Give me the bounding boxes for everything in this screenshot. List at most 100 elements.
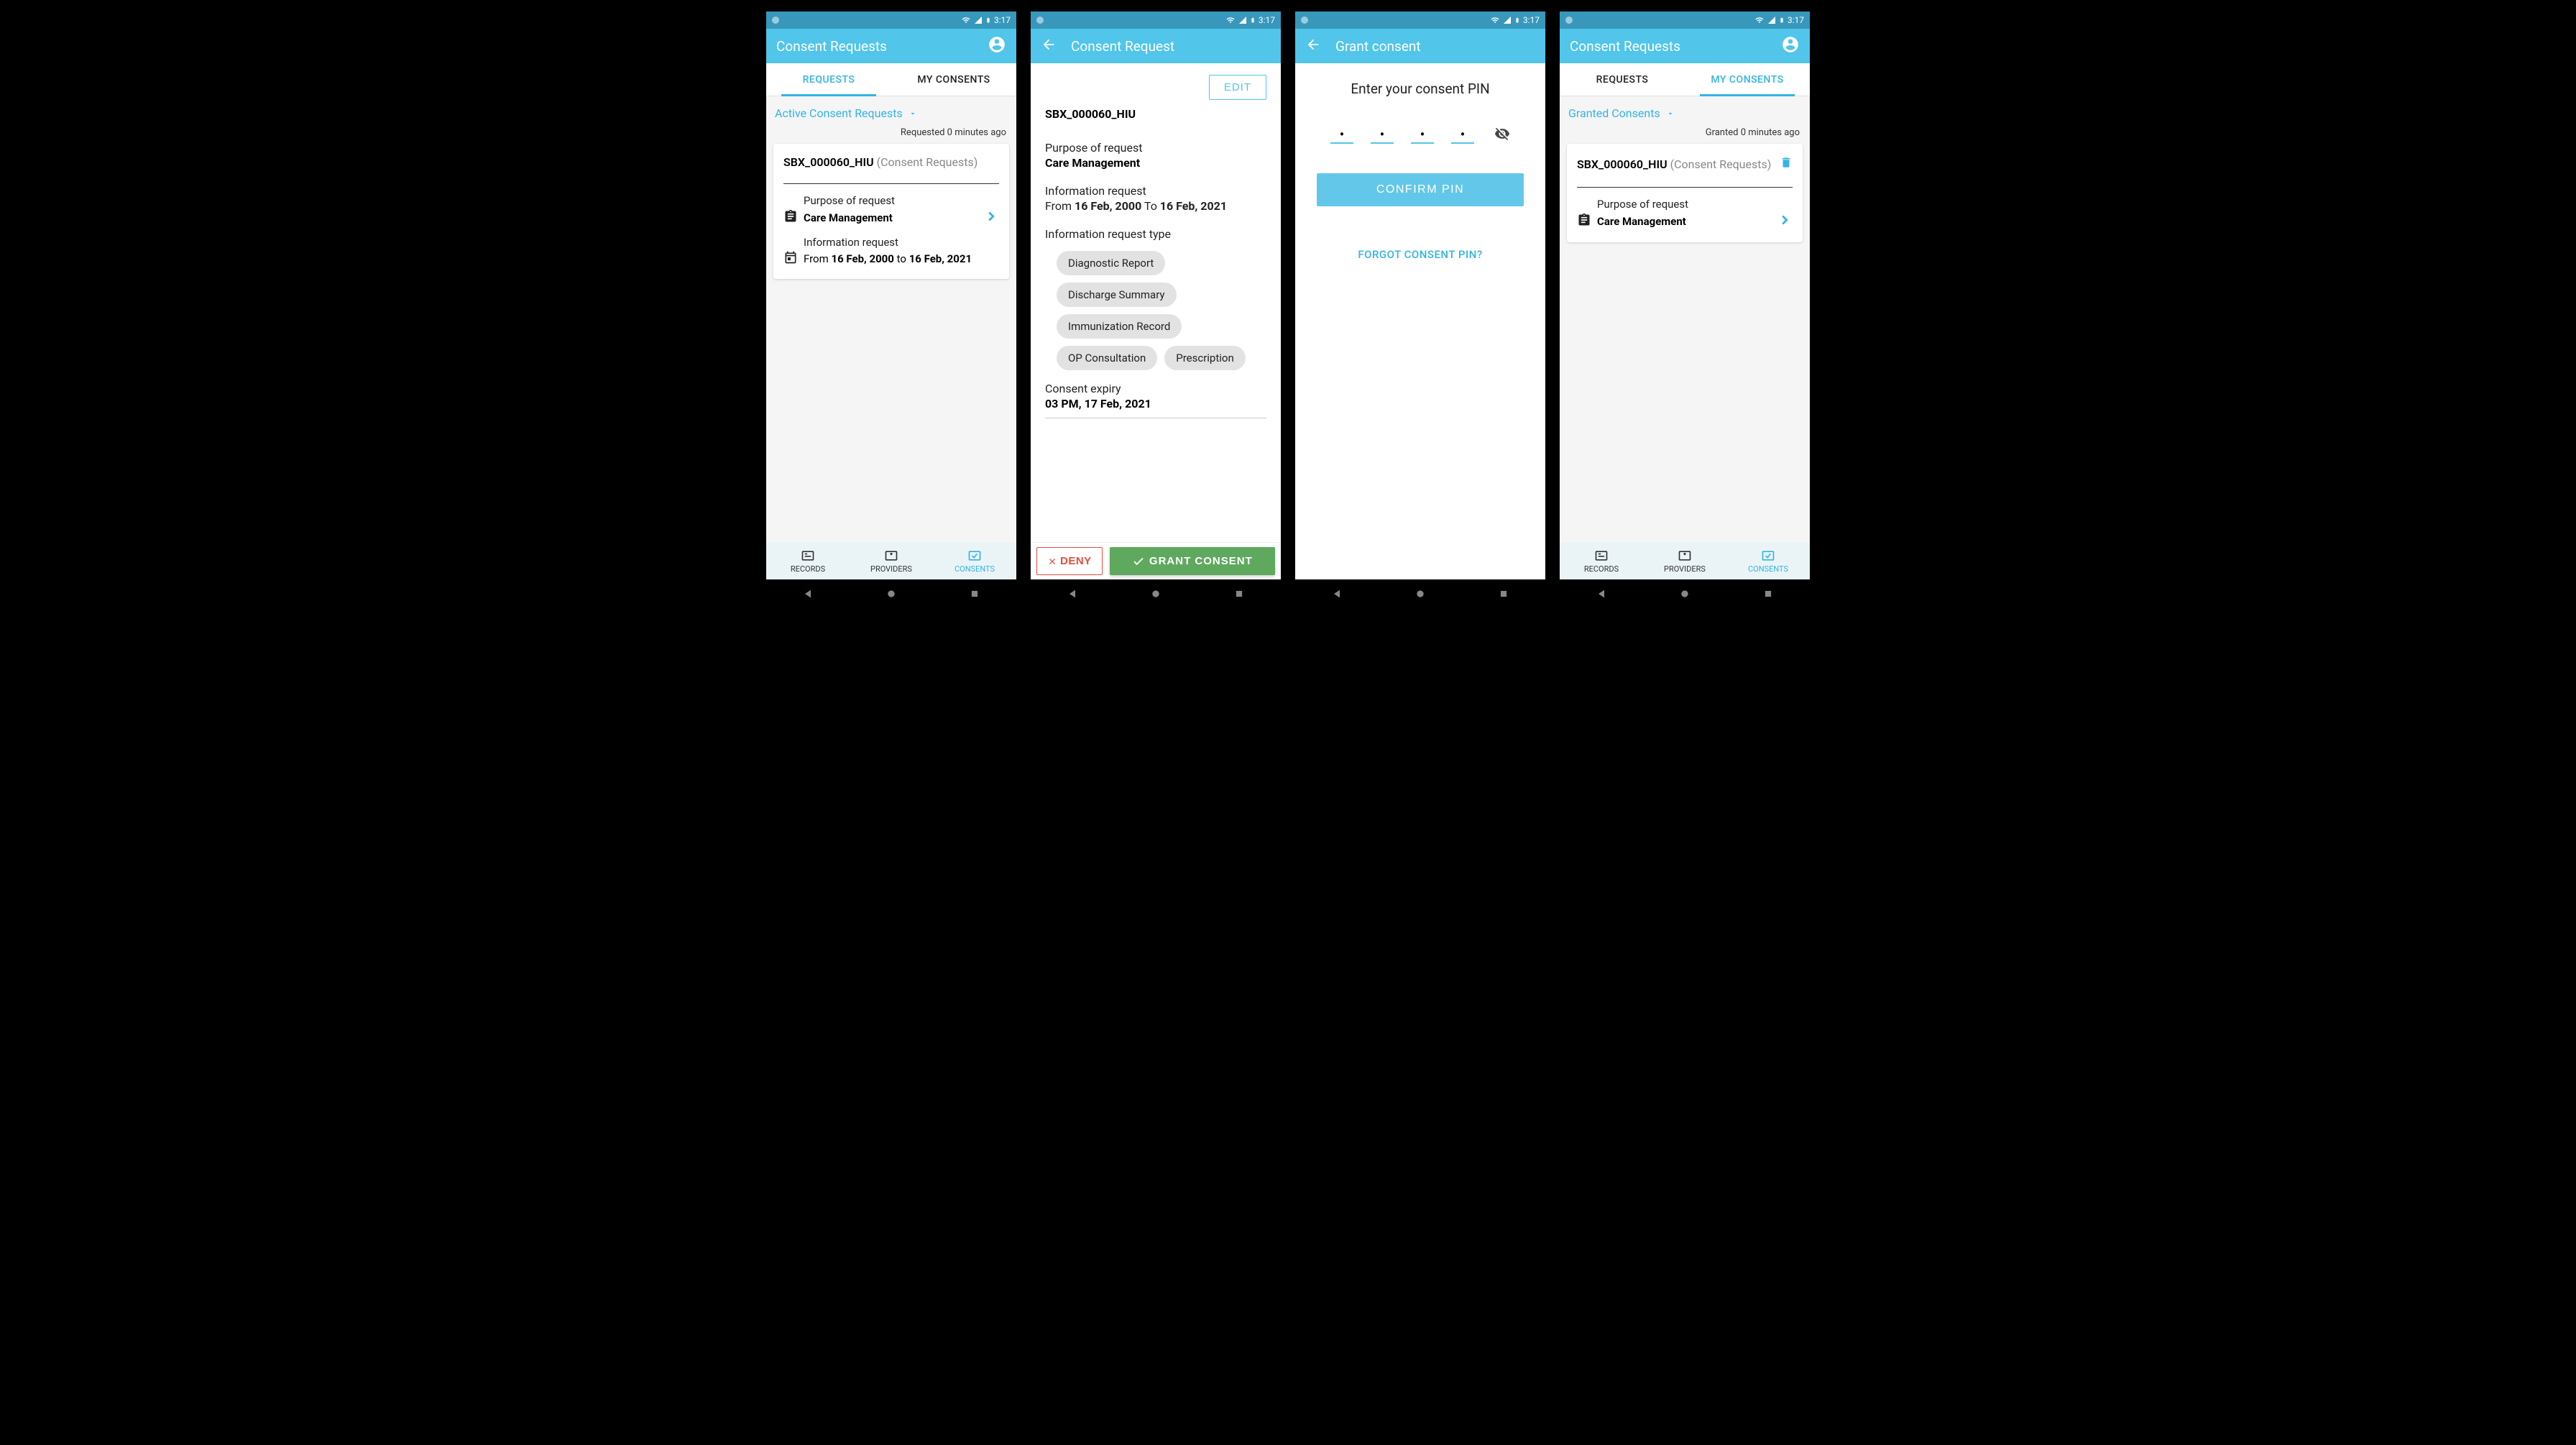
nav-records[interactable]: RECORDS — [1560, 542, 1643, 579]
info-date-range: From 16 Feb, 2000 To 16 Feb, 2021 — [1045, 199, 1266, 213]
sys-home[interactable] — [1149, 587, 1163, 601]
system-nav — [1031, 579, 1281, 608]
request-id: SBX_000060_HIU — [1045, 107, 1266, 121]
system-nav — [1560, 579, 1810, 608]
nav-providers[interactable]: PROVIDERS — [1643, 542, 1726, 579]
tab-myconsents[interactable]: MY CONSENTS — [1685, 63, 1810, 96]
purpose-value: Care Management — [1045, 156, 1266, 170]
chip: Discharge Summary — [1057, 283, 1177, 307]
tab-requests[interactable]: REQUESTS — [1560, 63, 1685, 96]
date-range: From 16 Feb, 2000 to 16 Feb, 2021 — [804, 252, 972, 265]
chip: Immunization Record — [1057, 314, 1182, 339]
sys-recent[interactable] — [1496, 587, 1511, 601]
pin-digit-2[interactable]: • — [1371, 127, 1394, 144]
sys-back[interactable] — [1065, 587, 1080, 601]
system-nav — [766, 579, 1016, 608]
sys-home[interactable] — [884, 587, 898, 601]
statusbar-dot-icon — [1565, 17, 1573, 24]
signal-icon — [1238, 16, 1247, 24]
purpose-value: Care Management — [1597, 215, 1686, 228]
sys-back[interactable] — [801, 587, 815, 601]
appbar: Consent Requests — [1560, 29, 1810, 63]
purpose-label: Purpose of request — [783, 194, 999, 207]
edit-button[interactable]: EDIT — [1209, 75, 1266, 100]
signal-icon — [974, 16, 983, 24]
statusbar: 3:17 — [1031, 12, 1281, 29]
clipboard-icon — [1577, 213, 1591, 230]
appbar-title: Consent Requests — [1570, 38, 1781, 55]
appbar-title: Consent Request — [1071, 38, 1174, 55]
screen-granted: 3:17 Consent Requests REQUESTS MY CONSEN… — [1555, 7, 1814, 613]
nav-providers[interactable]: PROVIDERS — [850, 542, 933, 579]
grant-consent-button[interactable]: GRANT CONSENT — [1110, 547, 1275, 575]
consent-request-card[interactable]: SBX_000060_HIU (Consent Requests) Purpos… — [773, 144, 1009, 279]
calendar-icon — [783, 250, 798, 267]
statusbar: 3:17 — [1295, 12, 1545, 29]
tab-requests[interactable]: REQUESTS — [766, 63, 891, 96]
purpose-label: Purpose of request — [1045, 141, 1266, 155]
deny-button[interactable]: DENY — [1036, 547, 1103, 575]
pin-digit-1[interactable]: • — [1330, 127, 1353, 144]
sys-back[interactable] — [1330, 587, 1344, 601]
appbar: Consent Requests — [766, 29, 1016, 63]
delete-icon[interactable] — [1780, 155, 1793, 173]
battery-icon — [985, 15, 991, 25]
appbar-title: Consent Requests — [776, 38, 988, 55]
chip: OP Consultation — [1057, 346, 1157, 370]
sys-recent[interactable] — [967, 587, 982, 601]
nav-records[interactable]: RECORDS — [766, 542, 850, 579]
forgot-pin-link[interactable]: FORGOT CONSENT PIN? — [1317, 248, 1524, 261]
sys-recent[interactable] — [1761, 587, 1775, 601]
battery-icon — [1779, 15, 1785, 25]
chevron-right-icon — [1777, 212, 1793, 231]
nav-consents[interactable]: CONSENTS — [933, 542, 1016, 579]
sys-home[interactable] — [1678, 587, 1692, 601]
card-divider — [783, 183, 999, 184]
pin-heading: Enter your consent PIN — [1317, 81, 1524, 97]
card-title: SBX_000060_HIU (Consent Requests) — [783, 155, 999, 169]
statusbar-dot-icon — [1036, 17, 1044, 24]
chevron-right-icon — [983, 208, 999, 227]
granted-consent-card[interactable]: SBX_000060_HIU (Consent Requests) Purpos… — [1567, 144, 1803, 242]
chevron-down-icon — [1666, 109, 1675, 118]
purpose-label: Purpose of request — [1577, 198, 1793, 211]
chip: Diagnostic Report — [1057, 251, 1165, 275]
request-timestamp: Requested 0 minutes ago — [766, 127, 1016, 144]
statusbar-time: 3:17 — [1523, 15, 1540, 25]
sys-back[interactable] — [1594, 587, 1609, 601]
statusbar-time: 3:17 — [1259, 15, 1275, 25]
action-row: DENY GRANT CONSENT — [1031, 542, 1281, 579]
system-nav — [1295, 579, 1545, 608]
profile-icon[interactable] — [1781, 35, 1800, 58]
back-icon[interactable] — [1041, 37, 1057, 56]
pin-digit-3[interactable]: • — [1411, 127, 1434, 144]
appbar: Consent Request — [1031, 29, 1281, 63]
card-title: SBX_000060_HIU (Consent Requests) — [1577, 157, 1775, 171]
battery-icon — [1514, 15, 1520, 25]
wifi-icon — [1225, 16, 1236, 24]
visibility-toggle-icon[interactable] — [1494, 126, 1510, 144]
back-icon[interactable] — [1305, 37, 1321, 56]
pin-digit-4[interactable]: • — [1451, 127, 1474, 144]
check-icon — [1132, 555, 1145, 568]
sys-home[interactable] — [1413, 587, 1427, 601]
statusbar-dot-icon — [1301, 17, 1308, 24]
nav-consents[interactable]: CONSENTS — [1726, 542, 1810, 579]
statusbar: 3:17 — [766, 12, 1016, 29]
wifi-icon — [961, 16, 971, 24]
confirm-pin-button[interactable]: CONFIRM PIN — [1317, 173, 1524, 206]
filter-dropdown[interactable]: Active Consent Requests — [766, 96, 1016, 127]
statusbar: 3:17 — [1560, 12, 1810, 29]
filter-dropdown[interactable]: Granted Consents — [1560, 96, 1810, 127]
signal-icon — [1503, 16, 1512, 24]
profile-icon[interactable] — [988, 35, 1006, 58]
statusbar-dot-icon — [772, 17, 779, 24]
filter-dropdown-label: Granted Consents — [1568, 106, 1660, 120]
sys-recent[interactable] — [1232, 587, 1246, 601]
info-type-chips: Diagnostic Report Discharge Summary Immu… — [1045, 251, 1266, 370]
battery-icon — [1250, 15, 1256, 25]
clipboard-icon — [783, 209, 798, 226]
tabs: REQUESTS MY CONSENTS — [1560, 63, 1810, 96]
purpose-value: Care Management — [804, 211, 893, 224]
tab-myconsents[interactable]: MY CONSENTS — [891, 63, 1016, 96]
